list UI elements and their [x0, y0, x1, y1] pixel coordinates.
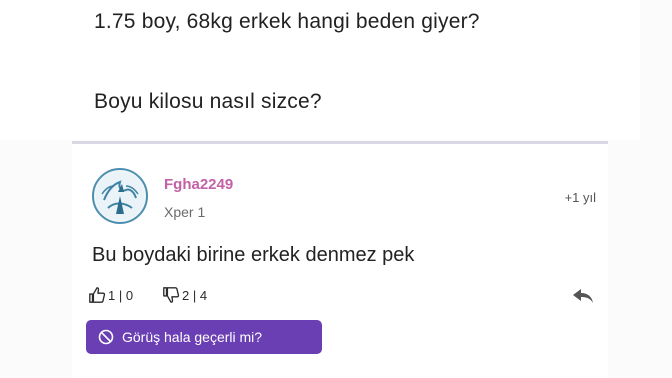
like-button[interactable]: 1 | 0 [88, 286, 133, 304]
dislike-count: 2 | 4 [182, 287, 208, 303]
username[interactable]: Fgha2249 [164, 176, 233, 193]
dislike-button[interactable]: 2 | 4 [162, 286, 207, 304]
question-block: 1.75 boy, 68kg erkek hangi beden giyer? … [0, 0, 640, 140]
page: 1.75 boy, 68kg erkek hangi beden giyer? … [0, 0, 672, 378]
thumbs-down-icon [163, 287, 180, 303]
like-count: 1 | 0 [108, 287, 134, 303]
opinion-button-label: Görüş hala geçerli mi? [122, 329, 263, 345]
user-level: Xper 1 [164, 204, 206, 220]
answer-card: Fgha2249 Xper 1 +1 yıl Bu boydaki birine… [72, 144, 608, 378]
prohibit-icon [98, 329, 114, 345]
opinion-still-valid-button[interactable]: Görüş hala geçerli mi? [86, 320, 322, 354]
question-title: 1.75 boy, 68kg erkek hangi beden giyer? [94, 10, 480, 33]
timestamp: +1 yıl [564, 190, 596, 205]
avatar[interactable] [92, 168, 148, 224]
avatar-wolf-icon [96, 172, 144, 220]
question-detail: Boyu kilosu nasıl sizce? [94, 90, 322, 113]
answer-text: Bu boydaki birine erkek denmez pek [92, 244, 415, 266]
thumbs-up-icon [89, 287, 106, 303]
reply-button[interactable] [572, 288, 594, 309]
reply-arrow-icon [573, 289, 593, 303]
